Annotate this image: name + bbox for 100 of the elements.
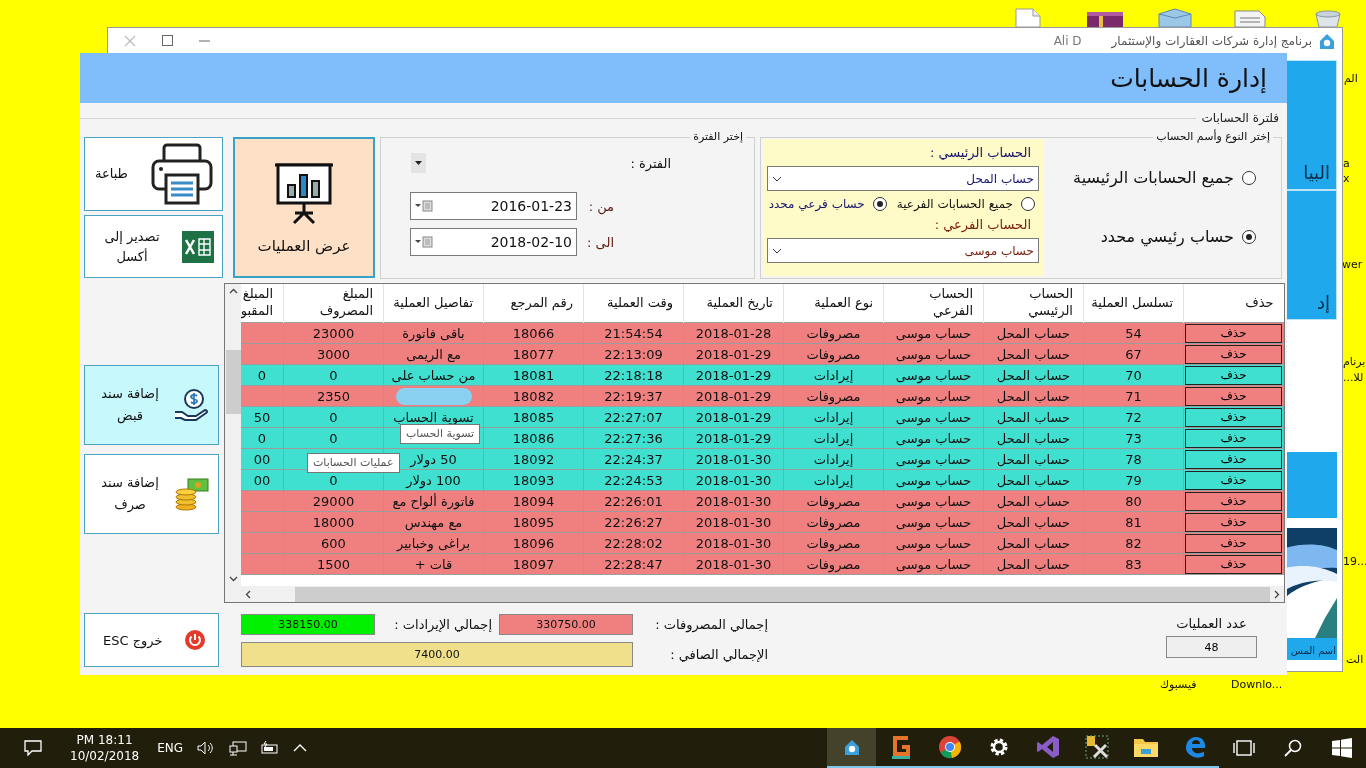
- column-header[interactable]: تفاصيل العملية: [383, 284, 484, 323]
- group-legend: إختر الفترة: [690, 130, 746, 143]
- language-indicator[interactable]: ENG: [157, 741, 184, 755]
- chevron-up-icon[interactable]: [293, 744, 308, 752]
- network-icon[interactable]: [229, 740, 248, 756]
- show-operations-button[interactable]: عرض العمليات: [233, 137, 375, 278]
- table-cell: 2018-01-29: [683, 406, 784, 428]
- desktop-label[interactable]: الت: [1346, 653, 1364, 666]
- add-payment-button[interactable]: إضافة سند صرف: [84, 454, 219, 534]
- task-view-icon[interactable]: [1232, 740, 1255, 756]
- table-cell: 2018-01-30: [683, 490, 784, 512]
- table-cell: 0: [241, 364, 284, 386]
- table-cell: 18066: [483, 322, 584, 344]
- box-icon[interactable]: [1155, 8, 1195, 27]
- desktop-label[interactable]: فيسبوك: [1160, 678, 1197, 691]
- table-cell: 18086: [483, 427, 584, 449]
- dropdown-field[interactable]: حساب المحل: [767, 166, 1039, 191]
- delete-button[interactable]: حذف: [1185, 323, 1282, 343]
- delete-button[interactable]: حذف: [1185, 365, 1282, 385]
- table-cell: حساب المحل: [983, 343, 1084, 365]
- delete-button[interactable]: حذف: [1185, 344, 1282, 364]
- desktop-label[interactable]: 19...: [1343, 555, 1366, 568]
- table-cell: حساب موسى: [883, 322, 984, 344]
- caret-icon: [415, 161, 422, 165]
- table-cell: 22:26:27: [583, 511, 684, 533]
- count-field: 48: [1166, 636, 1257, 658]
- date-field[interactable]: 2018-02-10: [410, 228, 577, 256]
- desktop-label[interactable]: a: [1343, 157, 1350, 170]
- desktop-label[interactable]: الم: [1344, 72, 1358, 85]
- table-cell: من حساب على: [383, 364, 484, 386]
- export-button[interactable]: تصدير إلى أكسل: [84, 215, 223, 278]
- speaker-icon[interactable]: [197, 741, 216, 755]
- column-header[interactable]: الحساب الفرعي: [883, 284, 984, 323]
- table-cell: 22:19:37: [583, 385, 684, 407]
- windows-icon[interactable]: [1331, 738, 1352, 758]
- radio-button[interactable]: [872, 197, 887, 211]
- scroll-up-icon[interactable]: [228, 288, 238, 294]
- battery-icon[interactable]: [261, 741, 280, 755]
- print-button[interactable]: طباعة: [84, 137, 223, 211]
- delete-button[interactable]: حذف: [1185, 554, 1282, 574]
- delete-button[interactable]: حذف: [1185, 470, 1282, 490]
- search-icon[interactable]: [1283, 739, 1302, 757]
- table-cell: إيرادات: [783, 406, 884, 428]
- delete-button[interactable]: حذف: [1185, 533, 1282, 553]
- form-title: إدارة الحسابات: [1110, 63, 1267, 93]
- dropdown-field[interactable]: حساب موسى: [767, 238, 1039, 263]
- column-header[interactable]: الحساب الرئيسي: [983, 284, 1084, 323]
- menu-tile[interactable]: إد: [1285, 190, 1337, 320]
- column-header[interactable]: حذف: [1183, 284, 1284, 323]
- column-header[interactable]: تسلسل العملية: [1083, 284, 1184, 323]
- column-header[interactable]: تاريخ العملية: [683, 284, 784, 323]
- field-label: الحساب الفرعي :: [933, 217, 1032, 235]
- date-field[interactable]: 2016-01-23: [410, 192, 577, 220]
- delete-button[interactable]: حذف: [1185, 449, 1282, 469]
- table-cell: 22:18:18: [583, 364, 684, 386]
- menu-tile[interactable]: اسم المس: [1285, 638, 1337, 660]
- table-cell: قات +: [383, 553, 484, 575]
- table-cell: 83: [1083, 553, 1184, 575]
- column-header[interactable]: رقم المرجع: [483, 284, 584, 323]
- table-cell: مصروفات: [783, 553, 884, 575]
- radio-button[interactable]: [1021, 197, 1035, 211]
- scroll-down-icon[interactable]: [228, 576, 238, 582]
- desktop-label[interactable]: برنام: [1343, 355, 1366, 368]
- coins-icon: [174, 476, 210, 512]
- desktop-label[interactable]: x: [1343, 172, 1350, 185]
- desktop-label[interactable]: Downlo...: [1231, 678, 1283, 691]
- table-cell: 67: [1083, 343, 1184, 365]
- delete-button[interactable]: حذف: [1185, 512, 1282, 532]
- clock[interactable]: PM 18:11 10/02/2018: [70, 731, 140, 765]
- table-cell: 2018-01-30: [683, 469, 784, 491]
- table-cell: 2018-01-29: [683, 364, 784, 386]
- table-cell: حساب موسى: [883, 364, 984, 386]
- delete-button[interactable]: حذف: [1185, 491, 1282, 511]
- desktop-label[interactable]: wer: [1342, 258, 1363, 271]
- column-header[interactable]: المبلغ المقبو: [241, 284, 284, 323]
- radio-button[interactable]: [1242, 170, 1256, 185]
- maximize-icon[interactable]: [162, 35, 173, 46]
- table-cell: حساب المحل: [983, 427, 1084, 449]
- scrollbar[interactable]: [225, 284, 241, 586]
- column-header[interactable]: نوع العملية: [783, 284, 884, 323]
- delete-button[interactable]: حذف: [1185, 428, 1282, 448]
- exit-button[interactable]: خروج ESC: [84, 613, 219, 667]
- menu-tile[interactable]: البيا: [1285, 60, 1337, 190]
- table-cell: حساب موسى: [883, 427, 984, 449]
- column-header[interactable]: المبلغ المصروف: [283, 284, 384, 323]
- printer-icon: [150, 142, 214, 206]
- delete-button[interactable]: حذف: [1185, 407, 1282, 427]
- delete-button[interactable]: حذف: [1185, 386, 1282, 406]
- total-field: 7400.00: [241, 642, 633, 667]
- field-label: الحساب الرئيسي :: [928, 145, 1032, 162]
- table-cell: 73: [1083, 427, 1184, 449]
- scroll-thumb[interactable]: [225, 350, 241, 414]
- scroll-left-icon[interactable]: [245, 589, 251, 599]
- scroll-right-icon[interactable]: [1274, 589, 1280, 599]
- notification-icon[interactable]: [24, 740, 42, 756]
- desktop-label[interactable]: ...للا: [1343, 371, 1364, 384]
- add-receipt-button[interactable]: إضافة سند قبض: [84, 365, 219, 445]
- dropdown-button[interactable]: [411, 153, 426, 173]
- column-header[interactable]: وقت العملية: [583, 284, 684, 323]
- radio-button[interactable]: [1242, 229, 1256, 244]
